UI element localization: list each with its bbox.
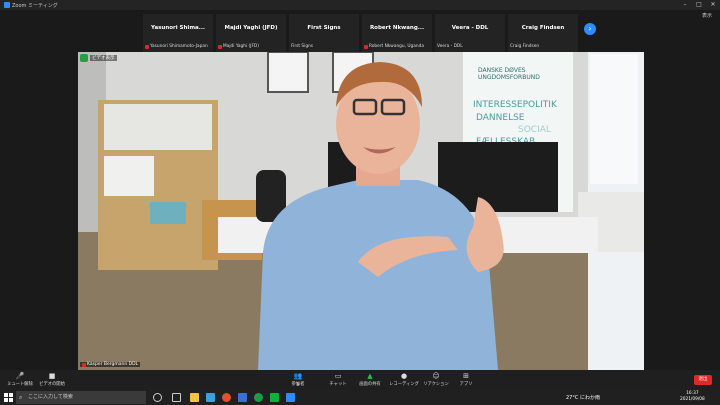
participant-gallery: Yasunori Shima... Yasunori Shimamoto-Jap…	[0, 10, 720, 52]
participant-name: Veera - DDL	[451, 25, 489, 31]
next-page-button[interactable]: ›	[584, 23, 596, 35]
close-button[interactable]: ✕	[706, 0, 720, 10]
window-title: Zoom ミーティング	[12, 2, 58, 9]
start-video-button[interactable]: ■ ビデオの開始	[34, 372, 70, 387]
apps-button[interactable]: ⊞ アプリ	[448, 372, 484, 387]
participant-tile[interactable]: Robert Nkwang... Robert Nkwangu, Uganda	[362, 14, 432, 52]
shelf-box-blue	[150, 202, 186, 224]
microphone-icon: 🎤	[15, 372, 25, 380]
participant-name: Robert Nkwang...	[369, 25, 425, 31]
shelf-binders	[104, 104, 212, 150]
poster-text: SOCIAL	[518, 125, 551, 135]
file-explorer-icon[interactable]	[190, 393, 199, 402]
meeting-toolbar: 🎤 ミュート解除 ■ ビデオの開始 👥9 参加者 ▭ チャット ▲ 画面の共有 ● レコーデ…	[0, 370, 720, 390]
people-icon: 👥9	[293, 372, 303, 387]
window-controls: – □ ✕	[678, 0, 720, 10]
mic-muted-icon	[364, 44, 368, 49]
taskbar-search-input[interactable]: ⌕ ここに入力して検索	[16, 391, 146, 404]
firefox-icon[interactable]	[222, 393, 231, 402]
window-pane	[590, 54, 638, 184]
participant-label: Robert Nkwangu, Uganda	[369, 44, 424, 49]
edge-icon[interactable]	[206, 393, 215, 402]
chrome-icon[interactable]	[254, 393, 263, 402]
system-clock[interactable]: 16:37 2021/09/08	[680, 391, 705, 403]
windows-taskbar: ⌕ ここに入力して検索 27°C にわか雨 16:37 2021/09/08	[0, 390, 720, 405]
multitask-icon[interactable]	[172, 393, 181, 402]
zoom-app-icon	[4, 2, 10, 8]
participant-label: First Signs	[291, 44, 314, 49]
mic-muted-icon	[145, 44, 149, 49]
poster-text: DANNELSE	[476, 113, 525, 123]
participants-button[interactable]: 👥9 参加者	[280, 372, 316, 387]
title-bar: Zoom ミーティング	[0, 0, 720, 10]
line-icon[interactable]	[270, 393, 279, 402]
participant-tile[interactable]: Craig Findsen Craig Findsen	[508, 14, 578, 52]
mic-muted-icon	[218, 44, 222, 49]
search-icon: ⌕	[19, 394, 23, 401]
active-speaker-video: DANSKE DØVES UNGDOMSFORBUND INTERESSEPOL…	[78, 52, 644, 370]
record-button[interactable]: ● レコーディング	[386, 372, 422, 387]
chat-button[interactable]: ▭ チャット	[320, 372, 356, 387]
speaker-name-label: Kasper Bergmann DDL	[80, 362, 141, 367]
share-screen-icon: ▲	[367, 372, 373, 380]
minimize-button[interactable]: –	[678, 0, 692, 10]
share-screen-button[interactable]: ▲ 画面の共有	[352, 372, 388, 387]
poster-text: INTERESSEPOLITIK	[473, 100, 558, 110]
windows-start-icon[interactable]	[4, 393, 13, 402]
leave-meeting-button[interactable]: 退出	[694, 375, 712, 385]
poster-text: UNGDOMSFORBUND	[478, 74, 540, 81]
poster-text: DANSKE DØVES	[478, 67, 526, 74]
task-view-icon[interactable]	[153, 393, 162, 402]
security-shield-icon[interactable]	[80, 54, 88, 62]
participant-tile[interactable]: Yasunori Shima... Yasunori Shimamoto-Jap…	[143, 14, 213, 52]
wall-frame	[267, 52, 309, 93]
mic-muted-icon	[82, 362, 86, 367]
shelf-boxes	[104, 156, 154, 196]
maximize-button[interactable]: □	[692, 0, 706, 10]
participant-tile[interactable]: Majdi Yaghi (JFD) Majdi Yaghi (JFD)	[216, 14, 286, 52]
camera-icon: ■	[48, 372, 56, 380]
zoom-taskbar-icon[interactable]	[286, 393, 295, 402]
video-scene: DANSKE DØVES UNGDOMSFORBUND INTERESSEPOL…	[78, 52, 644, 370]
restore-view-button[interactable]: 表示	[702, 12, 712, 19]
participant-label: Majdi Yaghi (JFD)	[223, 44, 259, 49]
participant-tile[interactable]: Veera - DDL Veera - DDL	[435, 14, 505, 52]
unmute-button[interactable]: 🎤 ミュート解除	[2, 372, 38, 387]
participant-tile[interactable]: First Signs First Signs	[289, 14, 359, 52]
participant-name: Yasunori Shima...	[150, 25, 206, 31]
record-icon: ●	[400, 372, 408, 380]
chat-icon: ▭	[334, 372, 342, 380]
weather-widget[interactable]: 27°C にわか雨	[566, 394, 600, 401]
participant-name: Craig Findsen	[521, 25, 565, 31]
smiley-icon: ☺	[432, 372, 440, 380]
word-icon[interactable]	[238, 393, 247, 402]
participant-label: Yasunori Shimamoto-Japan	[150, 44, 208, 49]
participant-name: First Signs	[307, 25, 341, 31]
camera-label: ビデオ表示	[90, 55, 117, 61]
participant-label: Veera - DDL	[437, 44, 463, 49]
apps-icon: ⊞	[463, 372, 469, 380]
participant-label: Craig Findsen	[510, 44, 540, 49]
participant-name: Majdi Yaghi (JFD)	[224, 25, 278, 31]
